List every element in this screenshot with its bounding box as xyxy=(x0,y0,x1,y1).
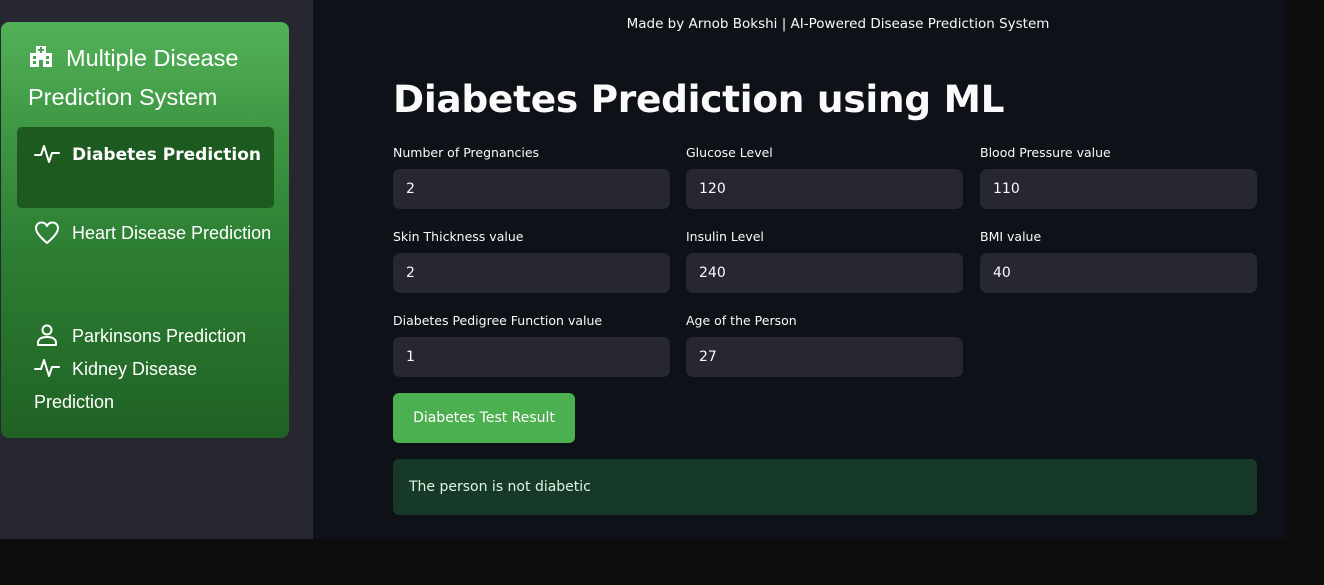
pedigree-function-input[interactable] xyxy=(393,337,670,377)
result-message: The person is not diabetic xyxy=(393,459,1257,515)
menu-title-text: Multiple Disease Prediction System xyxy=(28,45,239,110)
sidebar-item-label: Heart Disease Prediction xyxy=(72,223,272,243)
person-icon xyxy=(34,324,60,355)
header-caption: Made by Arnob Bokshi | AI-Powered Diseas… xyxy=(626,16,1050,32)
sidebar-item-heart-disease[interactable]: Heart Disease Prediction xyxy=(17,219,274,281)
sidebar-item-kidney-disease[interactable]: Kidney Disease Prediction xyxy=(17,355,274,417)
age-input[interactable] xyxy=(686,337,963,377)
bmi-label: BMI value xyxy=(980,229,1042,244)
age-label: Age of the Person xyxy=(686,313,797,328)
app-window: Multiple Disease Prediction System Diabe… xyxy=(0,0,1285,539)
bmi-input[interactable] xyxy=(980,253,1257,293)
activity-icon xyxy=(34,143,60,175)
blood-pressure-label: Blood Pressure value xyxy=(980,145,1111,160)
diabetes-test-result-button[interactable]: Diabetes Test Result xyxy=(393,393,575,443)
skin-thickness-input[interactable] xyxy=(393,253,670,293)
sidebar: Multiple Disease Prediction System Diabe… xyxy=(0,0,313,539)
sidebar-item-parkinsons[interactable]: Parkinsons Prediction xyxy=(17,322,274,354)
pregnancies-input[interactable] xyxy=(393,169,670,209)
heart-icon xyxy=(34,221,60,254)
menu-title: Multiple Disease Prediction System xyxy=(28,40,278,115)
sidebar-menu: Multiple Disease Prediction System Diabe… xyxy=(1,22,289,438)
insulin-label: Insulin Level xyxy=(686,229,764,244)
pregnancies-label: Number of Pregnancies xyxy=(393,145,540,160)
sidebar-item-label: Diabetes Prediction xyxy=(72,145,261,165)
glucose-input[interactable] xyxy=(686,169,963,209)
sidebar-item-label: Parkinsons Prediction xyxy=(72,326,247,346)
sidebar-item-diabetes[interactable]: Diabetes Prediction xyxy=(17,127,274,208)
pedigree-function-label: Diabetes Pedigree Function value xyxy=(393,313,603,328)
glucose-label: Glucose Level xyxy=(686,145,773,160)
activity-icon xyxy=(34,357,60,388)
page-title: Diabetes Prediction using ML xyxy=(393,77,1005,121)
blood-pressure-input[interactable] xyxy=(980,169,1257,209)
skin-thickness-label: Skin Thickness value xyxy=(393,229,524,244)
hospital-icon xyxy=(28,43,54,79)
insulin-input[interactable] xyxy=(686,253,963,293)
